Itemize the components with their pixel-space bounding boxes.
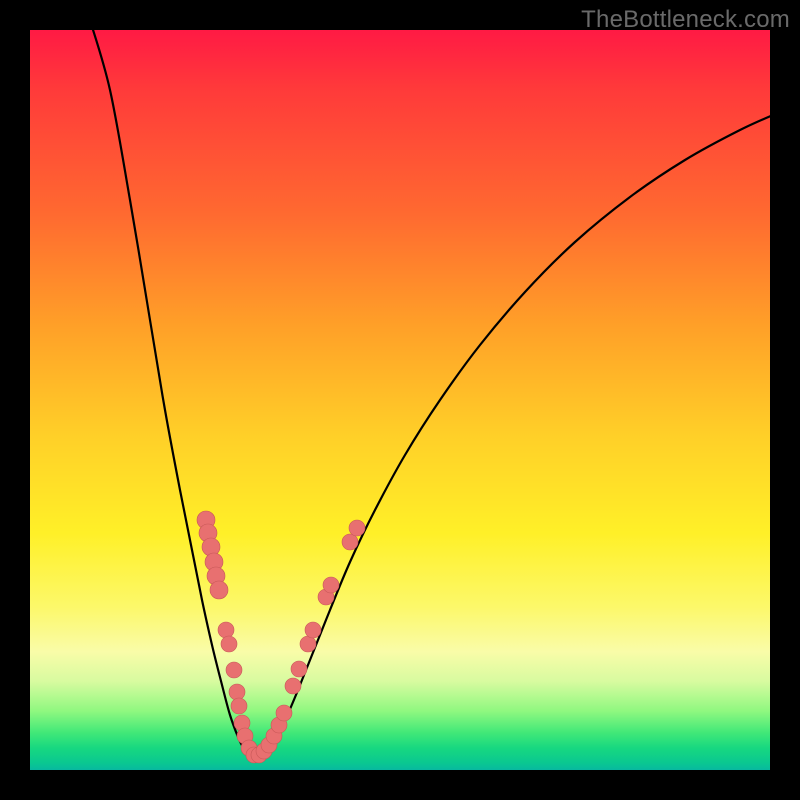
data-point-group [197, 511, 365, 763]
bottleneck-curve-svg [30, 30, 770, 770]
data-point [342, 534, 358, 550]
data-point [221, 636, 237, 652]
data-point [218, 622, 234, 638]
data-point [276, 705, 292, 721]
data-point [285, 678, 301, 694]
data-point [305, 622, 321, 638]
data-point [323, 577, 339, 593]
chart-plot-area [30, 30, 770, 770]
data-point [300, 636, 316, 652]
watermark-label: TheBottleneck.com [581, 6, 790, 34]
data-point [231, 698, 247, 714]
bottleneck-curve [90, 30, 770, 757]
data-point [229, 684, 245, 700]
data-point [226, 662, 242, 678]
data-point [210, 581, 228, 599]
data-point [291, 661, 307, 677]
data-point [349, 520, 365, 536]
